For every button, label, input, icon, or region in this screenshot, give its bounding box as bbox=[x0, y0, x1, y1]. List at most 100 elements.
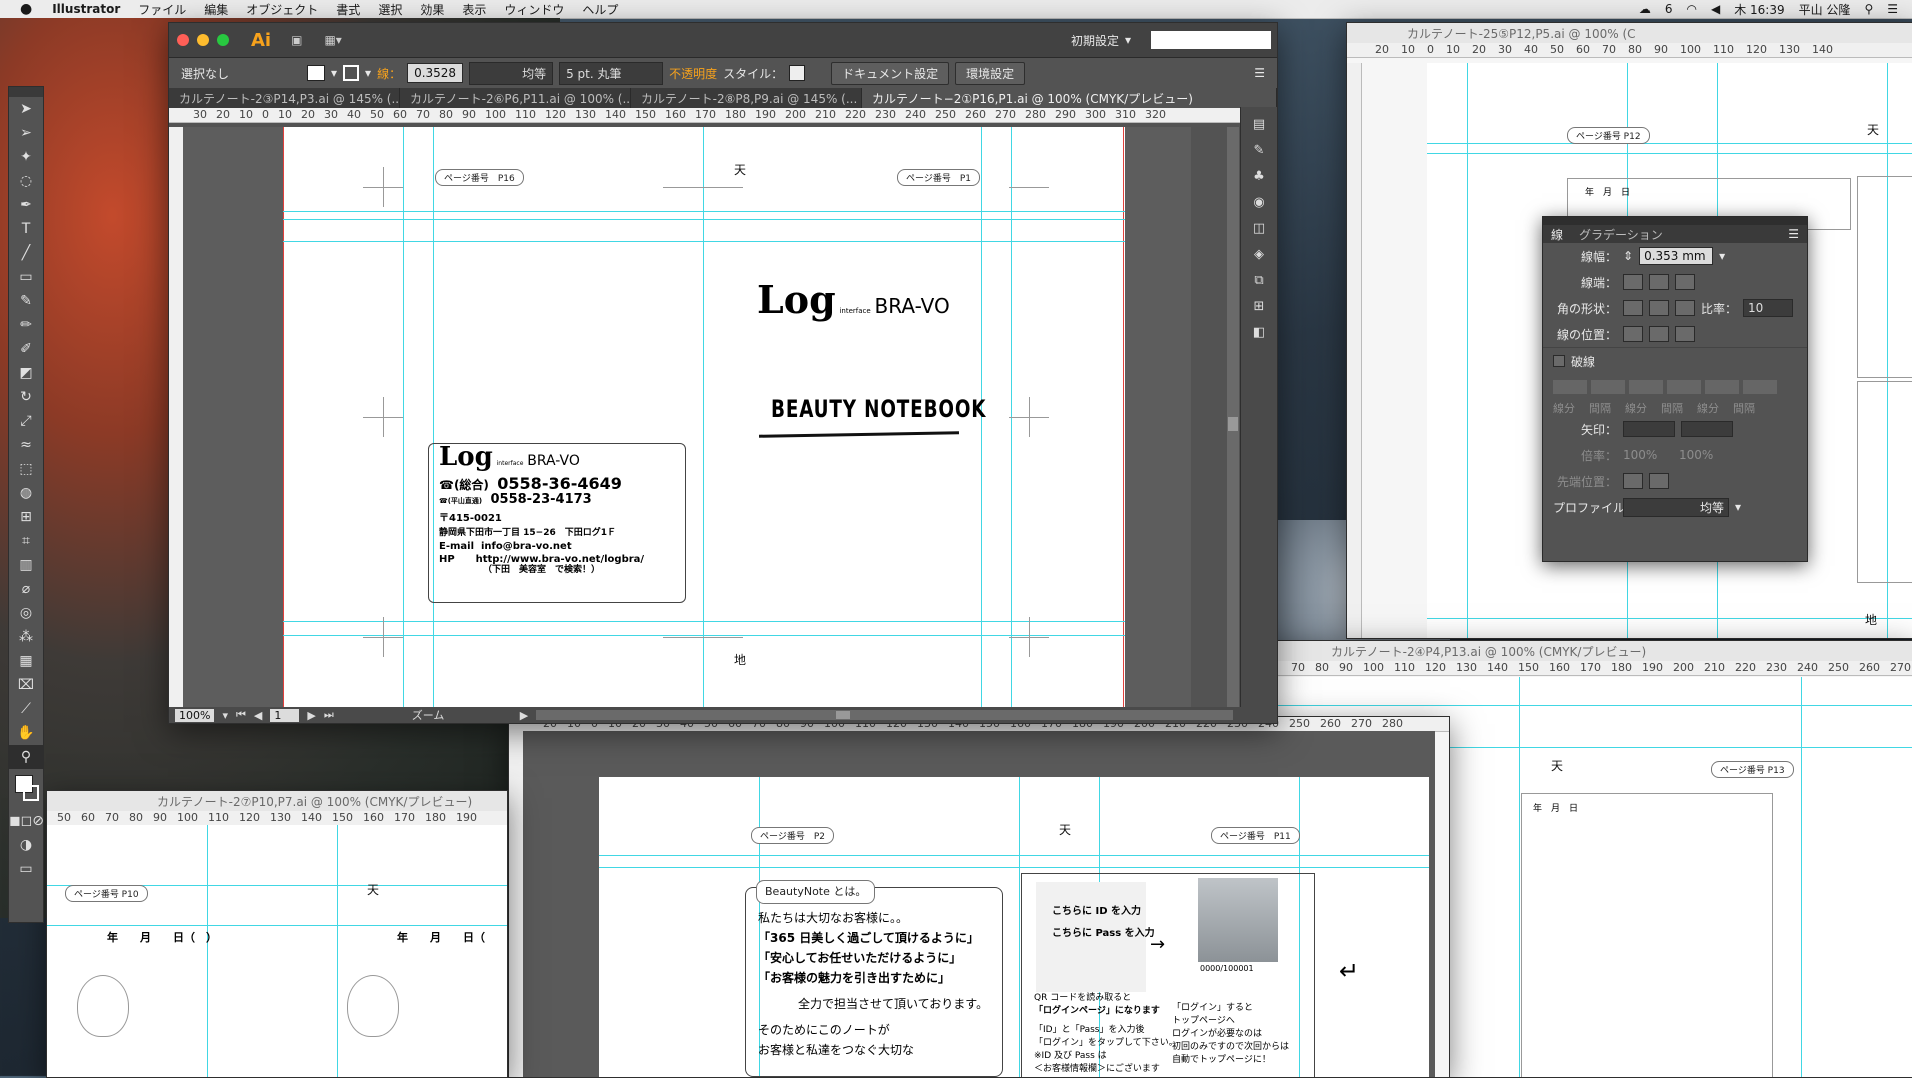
limit-field[interactable]: 10 bbox=[1743, 299, 1794, 317]
menu-select[interactable]: 選択 bbox=[378, 1, 402, 18]
arrange-icon[interactable]: ▦▾ bbox=[324, 33, 341, 47]
tab-p14[interactable]: カルテノート-2③P14,P3.ai @ 145% (... bbox=[169, 88, 400, 108]
menu-edit[interactable]: 編集 bbox=[204, 1, 228, 18]
type-tool-icon[interactable]: T bbox=[9, 217, 43, 241]
align-outside-button[interactable] bbox=[1675, 326, 1695, 342]
artboards-icon[interactable]: ⧉ bbox=[1249, 273, 1269, 289]
graph-tool-icon[interactable]: ▦ bbox=[9, 649, 43, 673]
artboard-p2[interactable]: ページ番号 P2 天 ページ番号 P11 BeautyNote とは。 私たちは… bbox=[599, 777, 1429, 1077]
dash-field[interactable] bbox=[1629, 380, 1663, 394]
paintbrush-tool-icon[interactable]: ✎ bbox=[9, 289, 43, 313]
blob-brush-tool-icon[interactable]: ✐ bbox=[9, 337, 43, 361]
perspective-grid-tool-icon[interactable]: ⊞ bbox=[9, 505, 43, 529]
search-icon[interactable]: ⚲ bbox=[1864, 2, 1873, 16]
scroll-thumb[interactable] bbox=[1228, 417, 1238, 431]
next-artboard-icon[interactable]: ▶ bbox=[307, 709, 315, 722]
chevron-down-icon[interactable]: ▾ bbox=[331, 66, 337, 80]
appearance-icon[interactable]: ◉ bbox=[1249, 195, 1269, 211]
round-cap-button[interactable] bbox=[1649, 274, 1669, 290]
menu-view[interactable]: 表示 bbox=[462, 1, 486, 18]
fill-swatch[interactable] bbox=[307, 65, 325, 81]
minimize-icon[interactable] bbox=[197, 34, 209, 46]
lasso-tool-icon[interactable]: ◌ bbox=[9, 169, 43, 193]
bridge-icon[interactable]: ▣ bbox=[291, 33, 302, 47]
color-mode-icon[interactable]: ◼◻⊘ bbox=[9, 809, 44, 833]
tab-p16[interactable]: カルテノート−2①P16,P1.ai @ 100% (CMYK/プレビュー) bbox=[862, 88, 1277, 108]
dash-field[interactable] bbox=[1553, 380, 1587, 394]
align-inside-button[interactable] bbox=[1649, 326, 1669, 342]
miter-join-button[interactable] bbox=[1623, 300, 1643, 316]
rectangle-tool-icon[interactable]: ▭ bbox=[9, 265, 43, 289]
wifi-icon[interactable]: ◠ bbox=[1686, 2, 1696, 16]
volume-icon[interactable]: ◀ bbox=[1711, 2, 1720, 16]
stroke-weight-field[interactable]: 0.3528 bbox=[407, 63, 464, 83]
artboard-tool-icon[interactable]: ⌧ bbox=[9, 673, 43, 697]
profile-select[interactable]: 均等 bbox=[1623, 497, 1729, 517]
rotate-tool-icon[interactable]: ↻ bbox=[9, 385, 43, 409]
stepper-icon[interactable]: ⇕ bbox=[1623, 249, 1633, 263]
align-center-button[interactable] bbox=[1623, 326, 1643, 342]
shape-builder-tool-icon[interactable]: ◍ bbox=[9, 481, 43, 505]
layers-icon[interactable]: ◈ bbox=[1249, 247, 1269, 263]
scroll-thumb[interactable] bbox=[836, 711, 851, 719]
last-artboard-icon[interactable]: ⏭ bbox=[324, 708, 334, 722]
tab-p6[interactable]: カルテノート-2⑥P6,P11.ai @ 100% (... bbox=[400, 88, 631, 108]
end-arrow-select[interactable] bbox=[1681, 421, 1733, 437]
brushes-icon[interactable]: ✎ bbox=[1249, 143, 1269, 159]
eyedropper-tool-icon[interactable]: ⌀ bbox=[9, 577, 43, 601]
stroke-swatch[interactable] bbox=[23, 785, 39, 801]
chevron-down-icon[interactable]: ▾ bbox=[222, 709, 228, 722]
menu-type[interactable]: 書式 bbox=[336, 1, 360, 18]
close-icon[interactable] bbox=[177, 34, 189, 46]
draw-mode-icon[interactable]: ◑ bbox=[9, 833, 43, 857]
square-cap-button[interactable] bbox=[1675, 274, 1695, 290]
tab-p8[interactable]: カルテノート-2⑧P8,P9.ai @ 145% (... bbox=[631, 88, 862, 108]
bevel-join-button[interactable] bbox=[1675, 300, 1695, 316]
chevron-down-icon[interactable]: ▾ bbox=[365, 66, 371, 80]
gap-field[interactable] bbox=[1667, 380, 1701, 394]
cloud-icon[interactable]: ☁ bbox=[1639, 2, 1651, 16]
line-tool-icon[interactable]: ╱ bbox=[9, 241, 43, 265]
user-name[interactable]: 平山 公隆 bbox=[1799, 1, 1851, 18]
zoom-field[interactable]: 100% bbox=[175, 708, 215, 722]
dashed-checkbox[interactable] bbox=[1553, 355, 1565, 367]
artboard-number-field[interactable]: 1 bbox=[270, 708, 300, 722]
libraries-icon[interactable]: ▤ bbox=[1249, 117, 1269, 133]
menu-app[interactable]: Illustrator bbox=[52, 2, 120, 16]
dash-field[interactable] bbox=[1705, 380, 1739, 394]
free-transform-tool-icon[interactable]: ⬚ bbox=[9, 457, 43, 481]
eraser-tool-icon[interactable]: ◩ bbox=[9, 361, 43, 385]
direct-selection-tool-icon[interactable]: ➢ bbox=[9, 121, 43, 145]
chevron-down-icon[interactable]: ▾ bbox=[1735, 500, 1741, 514]
vertical-scrollbar[interactable] bbox=[1227, 127, 1239, 707]
round-join-button[interactable] bbox=[1649, 300, 1669, 316]
workspace-switcher[interactable]: 初期設定 bbox=[1071, 32, 1119, 49]
weight-field[interactable]: 0.353 mm bbox=[1639, 247, 1714, 265]
first-artboard-icon[interactable]: ⏮ bbox=[236, 708, 246, 722]
symbols-icon[interactable]: ♣ bbox=[1249, 169, 1269, 185]
menu-window[interactable]: ウィンドウ bbox=[504, 1, 564, 18]
brush-definition[interactable]: 5 pt. 丸筆 bbox=[559, 61, 664, 85]
opacity-label[interactable]: 不透明度 bbox=[669, 65, 717, 82]
screen-mode-icon[interactable]: ▭ bbox=[9, 857, 43, 881]
artboard-p16-p1[interactable]: ページ番号 P16 天 ページ番号 P1 地 Log interface BRA… bbox=[283, 127, 1125, 707]
apple-menu-icon[interactable]: ● bbox=[20, 1, 32, 17]
transform-icon[interactable]: ◫ bbox=[1249, 221, 1269, 237]
chevron-down-icon[interactable]: ▾ bbox=[1125, 33, 1131, 47]
scale-field[interactable]: 100% bbox=[1623, 448, 1673, 462]
search-input[interactable] bbox=[1151, 31, 1271, 49]
warp-tool-icon[interactable]: ≈ bbox=[9, 433, 43, 457]
list-icon[interactable]: ☰ bbox=[1887, 2, 1898, 16]
gradient-tool-icon[interactable]: ▥ bbox=[9, 553, 43, 577]
clock[interactable]: 木 16:39 bbox=[1734, 1, 1784, 18]
hand-tool-icon[interactable]: ✋ bbox=[9, 721, 43, 745]
zoom-tool-icon[interactable]: ⚲ bbox=[9, 745, 43, 769]
panel-menu-icon[interactable]: ☰ bbox=[1788, 227, 1799, 241]
prev-artboard-icon[interactable]: ◀ bbox=[254, 709, 262, 722]
menu-file[interactable]: ファイル bbox=[138, 1, 186, 18]
start-arrow-select[interactable] bbox=[1623, 421, 1675, 437]
preferences-button[interactable]: 環境設定 bbox=[955, 61, 1026, 85]
selection-tool-icon[interactable]: ➤ bbox=[9, 97, 43, 121]
scale-field[interactable]: 100% bbox=[1679, 448, 1729, 462]
mesh-tool-icon[interactable]: ⌗ bbox=[9, 529, 43, 553]
